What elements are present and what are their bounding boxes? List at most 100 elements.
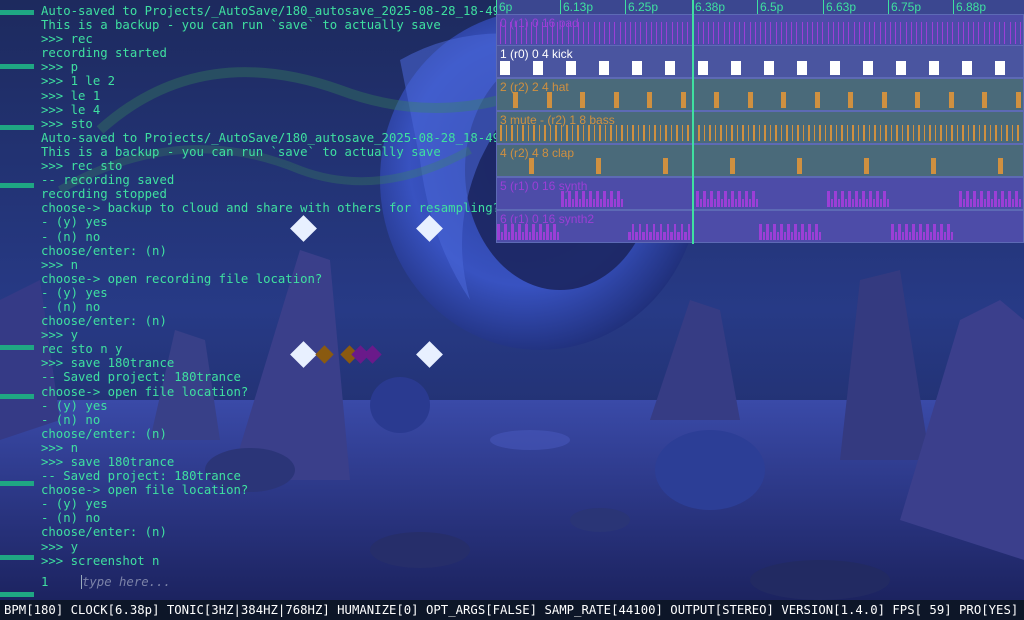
- note-block: [804, 232, 807, 240]
- note-block: [713, 22, 715, 44]
- note-block: [969, 199, 972, 207]
- note-block: [542, 232, 545, 240]
- note-block: [656, 22, 657, 44]
- note-block: [802, 125, 804, 141]
- note-block: [947, 22, 949, 44]
- note-block: [681, 125, 683, 141]
- note-block: [758, 125, 760, 141]
- note-block: [776, 232, 779, 240]
- note-block: [575, 191, 578, 207]
- note-block: [770, 22, 772, 44]
- command-input[interactable]: [81, 575, 382, 589]
- note-block: [670, 125, 672, 141]
- note-block: [982, 92, 987, 108]
- note-block: [753, 125, 755, 141]
- note-block: [936, 22, 938, 44]
- note-block: [1004, 22, 1006, 44]
- note-block: [504, 224, 507, 240]
- note-block: [994, 22, 995, 44]
- note-block: [962, 61, 972, 75]
- note-block: [872, 199, 875, 207]
- note-block: [723, 22, 725, 44]
- track-row[interactable]: 3 mute - (r2) 1 8 bass: [496, 111, 1024, 144]
- playhead[interactable]: [692, 0, 694, 244]
- track-row[interactable]: 2 (r2) 2 4 hat: [496, 78, 1024, 111]
- note-block: [604, 125, 606, 141]
- note-block: [817, 22, 819, 44]
- note-block: [1011, 199, 1014, 207]
- note-block: [578, 199, 581, 207]
- note-block: [710, 191, 713, 207]
- note-block: [522, 125, 524, 141]
- terminal-line: >>> n: [41, 440, 79, 455]
- note-block: [677, 232, 680, 240]
- note-block: [1014, 22, 1016, 44]
- note-block: [511, 125, 513, 141]
- note-block: [841, 191, 844, 207]
- note-block: [1017, 125, 1019, 141]
- note-block: [739, 22, 741, 44]
- note-block: [976, 199, 979, 207]
- note-block: [923, 125, 925, 141]
- track-label: 3 mute - (r2) 1 8 bass: [500, 113, 615, 127]
- note-block: [886, 199, 889, 207]
- note-block: [714, 125, 716, 141]
- note-block: [769, 232, 772, 240]
- note-block: [898, 224, 901, 240]
- ruler-tick: 6.63p: [823, 0, 856, 14]
- note-block: [858, 22, 860, 44]
- note-block: [741, 199, 744, 207]
- terminal-output: Auto-saved to Projects/_AutoSave/180_aut…: [41, 4, 511, 568]
- note-block: [869, 191, 872, 207]
- track-row[interactable]: 4 (r2) 4 8 clap: [496, 144, 1024, 177]
- note-block: [638, 224, 641, 240]
- note-block: [645, 22, 647, 44]
- note-block: [912, 125, 914, 141]
- note-block: [797, 61, 807, 75]
- note-block: [511, 224, 514, 240]
- note-block: [915, 92, 920, 108]
- note-block: [687, 22, 689, 44]
- note-block: [528, 232, 531, 240]
- note-block: [640, 22, 642, 44]
- note-block: [619, 22, 621, 44]
- note-block: [714, 92, 719, 108]
- note-block: [663, 158, 668, 174]
- note-block: [699, 199, 702, 207]
- track-row[interactable]: 6 (r1) 0 16 synth2: [496, 210, 1024, 243]
- note-block: [731, 61, 741, 75]
- track-row[interactable]: 0 (r1) 0 16 pad: [496, 14, 1024, 47]
- note-block: [827, 191, 830, 207]
- note-block: [874, 125, 876, 141]
- note-block: [863, 61, 873, 75]
- note-block: [703, 125, 705, 141]
- note-block: [936, 232, 939, 240]
- status-bar: BPM[180] CLOCK[6.38p] TONIC[3HZ|384HZ|76…: [0, 600, 1024, 620]
- note-block: [604, 22, 605, 44]
- note-block: [532, 224, 535, 240]
- note-block: [896, 61, 906, 75]
- note-block: [561, 191, 564, 207]
- note-block: [533, 61, 543, 75]
- note-block: [635, 22, 637, 44]
- note-block: [973, 191, 976, 207]
- note-block: [791, 125, 793, 141]
- note-block: [764, 61, 774, 75]
- note-block: [983, 22, 985, 44]
- ruler-tick: 6.75p: [888, 0, 921, 14]
- note-block: [582, 125, 584, 141]
- note-block: [659, 125, 661, 141]
- note-block: [666, 22, 668, 44]
- note-block: [929, 232, 932, 240]
- track-row[interactable]: 1 (r0) 0 4 kick: [496, 45, 1024, 78]
- note-block: [1009, 22, 1011, 44]
- sequencer-timeline[interactable]: 6p 6.13p 6.25p 6.38p 6.5p 6.63p 6.75p 6.88p 0 (…: [496, 0, 1024, 244]
- note-block: [896, 125, 898, 141]
- track-row[interactable]: 5 (r1) 0 16 synth: [496, 177, 1024, 210]
- note-block: [797, 125, 799, 141]
- note-block: [676, 22, 678, 44]
- note-block: [738, 191, 741, 207]
- note-block: [957, 22, 959, 44]
- note-block: [791, 22, 793, 44]
- note-block: [759, 224, 762, 240]
